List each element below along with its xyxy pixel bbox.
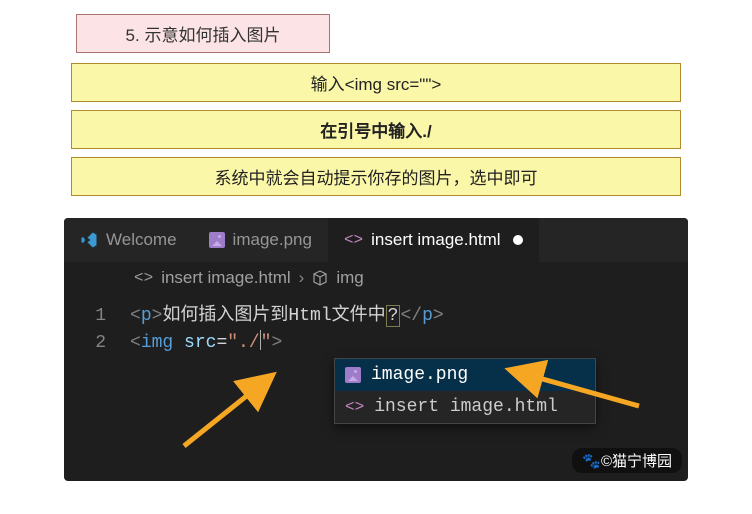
breadcrumb-file: insert image.html — [161, 268, 290, 288]
section-title-text: 5. 示意如何插入图片 — [126, 26, 281, 45]
line-number: 1 — [64, 306, 130, 326]
intellisense-popup: image.png <> insert image.html — [334, 358, 596, 424]
token: < — [130, 306, 141, 326]
section-title: 5. 示意如何插入图片 — [76, 14, 330, 53]
step-text-3: 系统中就会自动提示你存的图片，选中即可 — [215, 169, 538, 188]
code-icon: <> — [344, 231, 363, 249]
token: < — [400, 306, 411, 326]
tab-welcome-label: Welcome — [106, 230, 177, 250]
token: > — [433, 306, 444, 326]
code-line[interactable]: 1<p>如何插入图片到Html文件中?</p> — [64, 298, 688, 328]
tab-insert-label: insert image.html — [371, 230, 500, 250]
chevron-right-icon: › — [299, 268, 305, 288]
code-icon: <> — [345, 398, 364, 416]
token: " — [261, 333, 272, 353]
token: > — [152, 306, 163, 326]
step-text-1: 输入<img src=""> — [311, 75, 442, 94]
token — [173, 333, 184, 353]
code-area[interactable]: 1<p>如何插入图片到Html文件中?</p>2<img src="./"> — [64, 294, 688, 355]
code-content[interactable]: <p>如何插入图片到Html文件中?</p> — [130, 300, 444, 326]
token: p — [141, 306, 152, 326]
watermark: 🐾©猫宁博园 — [572, 448, 682, 473]
token: p — [422, 306, 433, 326]
tab-image[interactable]: image.png — [193, 218, 328, 262]
vscode-icon — [80, 231, 98, 249]
dirty-indicator-icon — [513, 235, 523, 245]
suggest-item-label: image.png — [371, 365, 468, 385]
code-icon: <> — [134, 269, 153, 287]
line-number: 2 — [64, 333, 130, 353]
suggest-item[interactable]: <> insert image.html — [335, 391, 595, 423]
tab-bar: Welcome image.png <> insert image.html — [64, 218, 688, 262]
watermark-text: 🐾©猫宁博园 — [582, 453, 672, 470]
step-box-1: 输入<img src=""> — [71, 63, 681, 102]
image-icon — [209, 232, 225, 248]
token: ? — [386, 305, 401, 327]
step-box-3: 系统中就会自动提示你存的图片，选中即可 — [71, 157, 681, 196]
tab-insert-image[interactable]: <> insert image.html — [328, 218, 539, 262]
token: 如何插入图片到Html文件中 — [162, 306, 385, 326]
token: > — [271, 333, 282, 353]
token: img — [141, 333, 173, 353]
tab-welcome[interactable]: Welcome — [76, 218, 193, 262]
vscode-editor: Welcome image.png <> insert image.html <… — [64, 218, 688, 481]
token: < — [130, 333, 141, 353]
suggest-item[interactable]: image.png — [335, 359, 595, 391]
step-text-2: 在引号中输入./ — [320, 122, 431, 141]
step-box-2: 在引号中输入./ — [71, 110, 681, 149]
breadcrumb[interactable]: <> insert image.html › img — [64, 262, 688, 294]
token: / — [411, 306, 422, 326]
symbol-icon — [312, 270, 328, 286]
token: "./ — [227, 333, 259, 353]
code-content[interactable]: <img src="./"> — [130, 330, 282, 353]
token: = — [216, 333, 227, 353]
breadcrumb-symbol: img — [336, 268, 363, 288]
tab-image-label: image.png — [233, 230, 312, 250]
token: src — [184, 333, 216, 353]
code-line[interactable]: 2<img src="./"> — [64, 328, 688, 355]
annotation-arrow-left — [174, 366, 294, 456]
image-icon — [345, 367, 361, 383]
suggest-item-label: insert image.html — [374, 397, 558, 417]
